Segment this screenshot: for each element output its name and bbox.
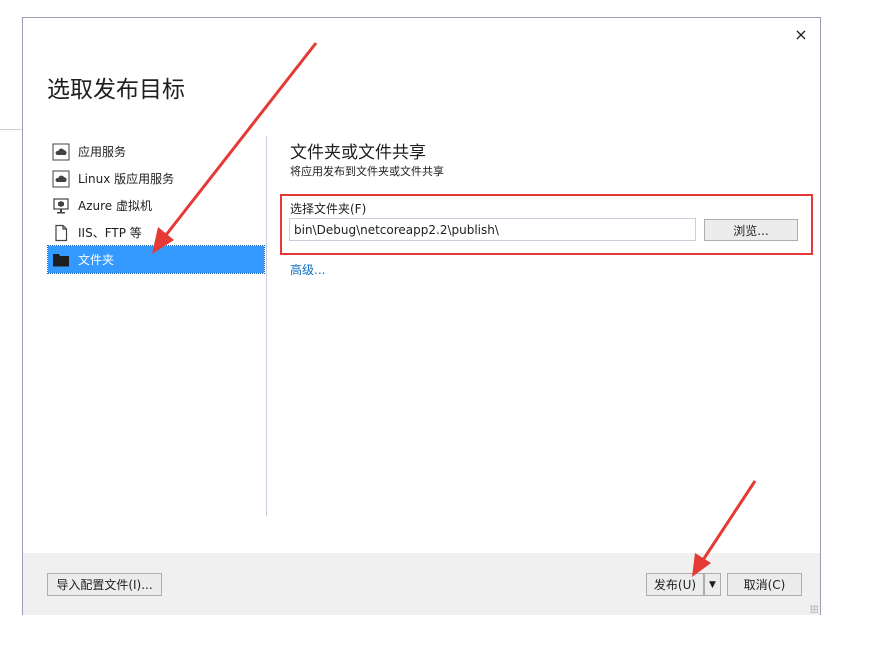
virtual-machine-icon — [52, 197, 70, 215]
publish-button[interactable]: 发布(U) — [646, 573, 704, 596]
folder-path-input[interactable] — [289, 218, 696, 241]
file-icon — [52, 224, 70, 242]
background-divider — [0, 129, 22, 130]
close-icon[interactable]: × — [792, 26, 810, 44]
section-title: 文件夹或文件共享 — [290, 143, 426, 163]
folder-field-label: 选择文件夹(F) — [290, 202, 367, 216]
cancel-button[interactable]: 取消(C) — [727, 573, 802, 596]
section-subtitle: 将应用发布到文件夹或文件共享 — [290, 165, 444, 178]
nav-item-azure-vm[interactable]: Azure 虚拟机 — [48, 192, 264, 219]
import-profile-button[interactable]: 导入配置文件(I)... — [47, 573, 162, 596]
resize-grip-icon[interactable] — [810, 605, 818, 613]
advanced-link[interactable]: 高级... — [290, 261, 325, 278]
publish-dropdown-icon[interactable]: ▼ — [704, 573, 721, 596]
browse-button[interactable]: 浏览... — [704, 219, 798, 241]
nav-item-label: IIS、FTP 等 — [78, 226, 142, 240]
nav-item-label: 应用服务 — [78, 145, 127, 159]
publish-target-dialog: × 选取发布目标 应用服务 Linux 版应用服务 Azure 虚拟机 IIS、… — [22, 17, 821, 615]
app-service-icon — [52, 143, 70, 161]
nav-item-folder[interactable]: 文件夹 — [47, 245, 265, 274]
nav-item-label: Linux 版应用服务 — [78, 172, 175, 186]
dialog-footer: 导入配置文件(I)... 发布(U) ▼ 取消(C) — [23, 553, 820, 615]
vertical-divider — [266, 136, 267, 516]
nav-item-iis-ftp[interactable]: IIS、FTP 等 — [48, 219, 264, 246]
dialog-title: 选取发布目标 — [47, 77, 185, 103]
nav-item-label: 文件夹 — [78, 253, 115, 267]
nav-item-app-service-linux[interactable]: Linux 版应用服务 — [48, 165, 264, 192]
target-list: 应用服务 Linux 版应用服务 Azure 虚拟机 IIS、FTP 等 文件夹 — [47, 138, 265, 274]
folder-icon — [52, 251, 70, 269]
nav-item-app-service[interactable]: 应用服务 — [48, 138, 264, 165]
app-service-linux-icon — [52, 170, 70, 188]
nav-item-label: Azure 虚拟机 — [78, 199, 152, 213]
